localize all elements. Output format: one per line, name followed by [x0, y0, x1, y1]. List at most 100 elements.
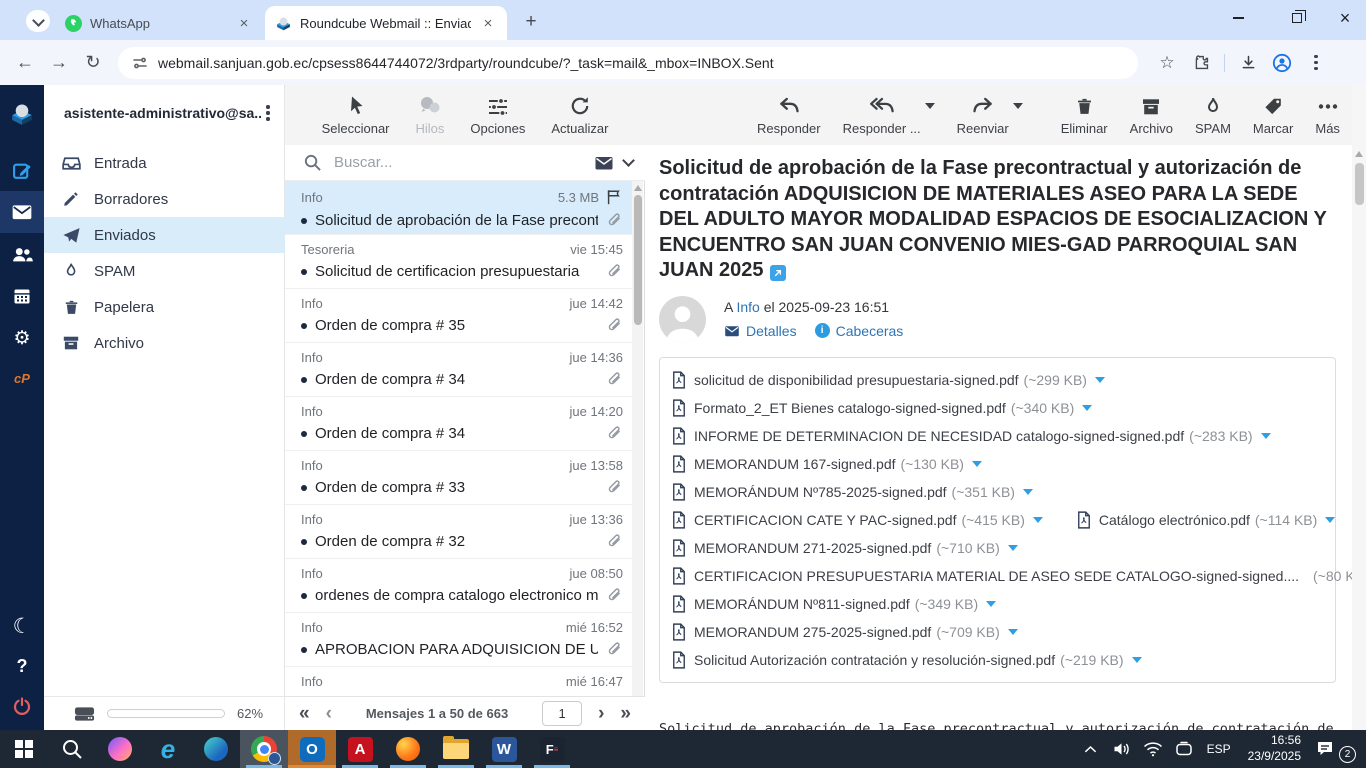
- forward-caret-icon[interactable]: [1013, 103, 1023, 109]
- archive-button[interactable]: Archivo: [1130, 94, 1173, 136]
- taskbar-chrome-button[interactable]: [240, 730, 288, 768]
- folder-spam[interactable]: SPAM: [44, 253, 285, 289]
- taskbar-outlook-button[interactable]: O: [288, 730, 336, 768]
- attachment-menu-caret-icon[interactable]: [972, 461, 982, 467]
- message-row[interactable]: Infojue 14:36 Orden de compra # 34: [285, 343, 633, 397]
- keyboard-language[interactable]: ESP: [1207, 742, 1231, 756]
- extensions-icon[interactable]: [1186, 48, 1216, 78]
- downloads-icon[interactable]: [1233, 48, 1263, 78]
- next-page-button[interactable]: ›: [598, 704, 604, 723]
- minimize-button[interactable]: [1215, 0, 1261, 36]
- attachment[interactable]: CERTIFICACION CATE Y PAC-signed.pdf(~415…: [672, 511, 1043, 529]
- attachment[interactable]: CERTIFICACION PRESUPUESTARIA MATERIAL DE…: [672, 567, 1352, 585]
- profile-icon[interactable]: [1267, 48, 1297, 78]
- tab-roundcube[interactable]: Roundcube Webmail :: Enviados ×: [265, 6, 507, 40]
- message-row[interactable]: Infojue 08:50 ordenes de compra catalogo…: [285, 559, 633, 613]
- details-link[interactable]: Detalles: [724, 323, 797, 339]
- attachment[interactable]: MEMORANDUM 167-signed.pdf(~130 KB): [672, 455, 982, 473]
- spam-button[interactable]: SPAM: [1195, 94, 1231, 136]
- start-button[interactable]: [0, 730, 48, 768]
- message-row[interactable]: Infomié 16:52 APROBACION PARA ADQUISICIO…: [285, 613, 633, 667]
- message-row[interactable]: Infojue 13:58 Orden de compra # 33: [285, 451, 633, 505]
- close-icon[interactable]: ×: [235, 15, 253, 32]
- address-bar[interactable]: webmail.sanjuan.gob.ec/cpsess8644744072/…: [118, 47, 1138, 79]
- message-row[interactable]: Infojue 14:42 Orden de compra # 35: [285, 289, 633, 343]
- attachment[interactable]: INFORME DE DETERMINACION DE NECESIDAD ca…: [672, 427, 1271, 445]
- more-button[interactable]: Más: [1315, 94, 1340, 136]
- attachment[interactable]: Solicitud Autorización contratación y re…: [672, 651, 1142, 669]
- help-icon[interactable]: ?: [0, 645, 44, 687]
- scroll-up-icon[interactable]: [634, 185, 642, 191]
- attachment[interactable]: Catálogo electrónico.pdf(~114 KB): [1077, 511, 1335, 529]
- first-page-button[interactable]: «: [299, 704, 310, 723]
- word-icon[interactable]: W: [480, 730, 528, 768]
- folder-entrada[interactable]: Entrada: [44, 145, 285, 181]
- attachment-menu-caret-icon[interactable]: [1023, 489, 1033, 495]
- message-scrollbar[interactable]: [1352, 85, 1366, 730]
- list-scroll-thumb[interactable]: [634, 195, 642, 325]
- cpanel-icon[interactable]: cP: [0, 357, 44, 399]
- headers-link[interactable]: Cabeceras: [815, 323, 904, 339]
- mark-button[interactable]: Marcar: [1253, 94, 1293, 136]
- close-window-button[interactable]: ×: [1322, 0, 1366, 36]
- attachment[interactable]: MEMORÁNDUM Nº811-signed.pdf(~349 KB): [672, 595, 996, 613]
- bookmark-star-icon[interactable]: ☆: [1152, 48, 1182, 78]
- calendar-nav-button[interactable]: [0, 275, 44, 317]
- forward-button[interactable]: →: [42, 46, 76, 80]
- reload-button[interactable]: ↻: [76, 46, 110, 80]
- edge-icon[interactable]: [192, 730, 240, 768]
- attachment-menu-caret-icon[interactable]: [1132, 657, 1142, 663]
- attachment[interactable]: MEMORÁNDUM Nº785-2025-signed.pdf(~351 KB…: [672, 483, 1033, 501]
- folder-borradores[interactable]: Borradores: [44, 181, 285, 217]
- message-row[interactable]: Tesoreriavie 15:45 Solicitud de certific…: [285, 235, 633, 289]
- file-explorer-icon[interactable]: [432, 730, 480, 768]
- select-button[interactable]: Seleccionar: [322, 94, 390, 136]
- reply-all-button[interactable]: Responder ...: [843, 94, 921, 136]
- external-link-icon[interactable]: [770, 265, 786, 281]
- message-row[interactable]: Infojue 13:36 Orden de compra # 32: [285, 505, 633, 559]
- reply-all-caret-icon[interactable]: [925, 103, 935, 109]
- to-recipient-link[interactable]: Info: [736, 299, 759, 315]
- close-icon[interactable]: ×: [479, 15, 497, 32]
- back-button[interactable]: ←: [8, 46, 42, 80]
- search-input[interactable]: [332, 153, 584, 172]
- attachment[interactable]: Formato_2_ET Bienes catalogo-signed-sign…: [672, 399, 1092, 417]
- taskbar-search-button[interactable]: [48, 730, 96, 768]
- message-row[interactable]: Infomié 16:47: [285, 667, 633, 696]
- forward-button[interactable]: Reenviar: [957, 94, 1009, 136]
- internet-explorer-icon[interactable]: e: [144, 730, 192, 768]
- reply-button[interactable]: Responder: [757, 94, 821, 136]
- tab-search-menu-button[interactable]: [26, 10, 50, 32]
- wifi-icon[interactable]: [1141, 737, 1165, 761]
- search-scope-envelope-icon[interactable]: [594, 153, 614, 173]
- folder-archivo[interactable]: Archivo: [44, 325, 285, 361]
- screen-capture-icon[interactable]: [1172, 737, 1196, 761]
- message-scroll-thumb[interactable]: [1355, 163, 1364, 205]
- compose-button[interactable]: [0, 149, 44, 191]
- search-options-chevron-icon[interactable]: [622, 154, 635, 167]
- attachment-menu-caret-icon[interactable]: [1082, 405, 1092, 411]
- attachment-menu-caret-icon[interactable]: [1325, 517, 1335, 523]
- copilot-icon[interactable]: [96, 730, 144, 768]
- settings-gear-icon[interactable]: ⚙: [0, 317, 44, 359]
- contacts-nav-button[interactable]: [0, 233, 44, 275]
- attachment-menu-caret-icon[interactable]: [1008, 629, 1018, 635]
- account-menu-kebab-icon[interactable]: [261, 105, 275, 120]
- attachment-menu-caret-icon[interactable]: [1008, 545, 1018, 551]
- browser-menu-kebab-icon[interactable]: [1301, 48, 1331, 78]
- logout-power-icon[interactable]: [0, 685, 44, 727]
- delete-button[interactable]: Eliminar: [1061, 94, 1108, 136]
- attachment-menu-caret-icon[interactable]: [986, 601, 996, 607]
- site-settings-tune-icon[interactable]: [132, 55, 148, 71]
- volume-icon[interactable]: [1110, 737, 1134, 761]
- last-page-button[interactable]: »: [620, 704, 631, 723]
- notification-center-icon[interactable]: [1314, 737, 1338, 761]
- page-input[interactable]: [542, 701, 582, 726]
- attachment[interactable]: solicitud de disponibilidad presupuestar…: [672, 371, 1105, 389]
- list-scrollbar[interactable]: [632, 181, 643, 696]
- attachment[interactable]: MEMORANDUM 271-2025-signed.pdf(~710 KB): [672, 539, 1018, 557]
- restore-button[interactable]: [1274, 0, 1320, 36]
- attachment-menu-caret-icon[interactable]: [1261, 433, 1271, 439]
- firma-ec-icon[interactable]: F≡: [528, 730, 576, 768]
- options-button[interactable]: Opciones: [470, 94, 525, 136]
